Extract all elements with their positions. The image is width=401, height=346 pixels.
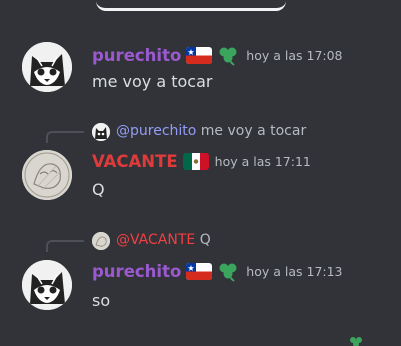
chile-flag-icon (186, 46, 213, 64)
reply-avatar (92, 232, 110, 250)
message-text: so (92, 291, 111, 310)
reply-text: me voy a tocar (200, 123, 307, 139)
reply-spine (46, 131, 84, 143)
message-text: me voy a tocar (92, 72, 213, 91)
clover-icon (350, 337, 362, 346)
username[interactable]: purechito (92, 262, 181, 281)
mexico-flag-icon (182, 152, 209, 170)
username[interactable]: purechito (92, 46, 181, 65)
timestamp: hoy a las 17:13 (246, 263, 343, 279)
avatar[interactable] (22, 260, 72, 310)
chile-flag-icon (186, 262, 213, 280)
avatar[interactable] (22, 42, 72, 92)
reply-avatar (92, 123, 110, 141)
sketch-avatar-icon (22, 150, 72, 200)
clover-icon (216, 43, 240, 67)
reply-mention[interactable]: @VACANTE (116, 232, 195, 248)
reply-preview[interactable]: @purechito me voy a tocar (0, 123, 401, 143)
timestamp: hoy a las 17:11 (214, 153, 311, 169)
reply-spine (46, 240, 84, 252)
clover-icon (216, 259, 240, 283)
timestamp: hoy a las 17:08 (246, 47, 343, 63)
reply-mention[interactable]: @purechito (116, 123, 196, 139)
reply-preview[interactable]: @VACANTE Q (0, 232, 401, 252)
message-text: Q (92, 180, 105, 199)
cat-avatar-icon (22, 42, 72, 92)
username[interactable]: VACANTE (92, 152, 178, 171)
avatar[interactable] (22, 150, 72, 200)
reply-text: Q (199, 232, 211, 248)
cat-avatar-icon (22, 260, 72, 310)
previous-embed-edge (96, 0, 286, 11)
